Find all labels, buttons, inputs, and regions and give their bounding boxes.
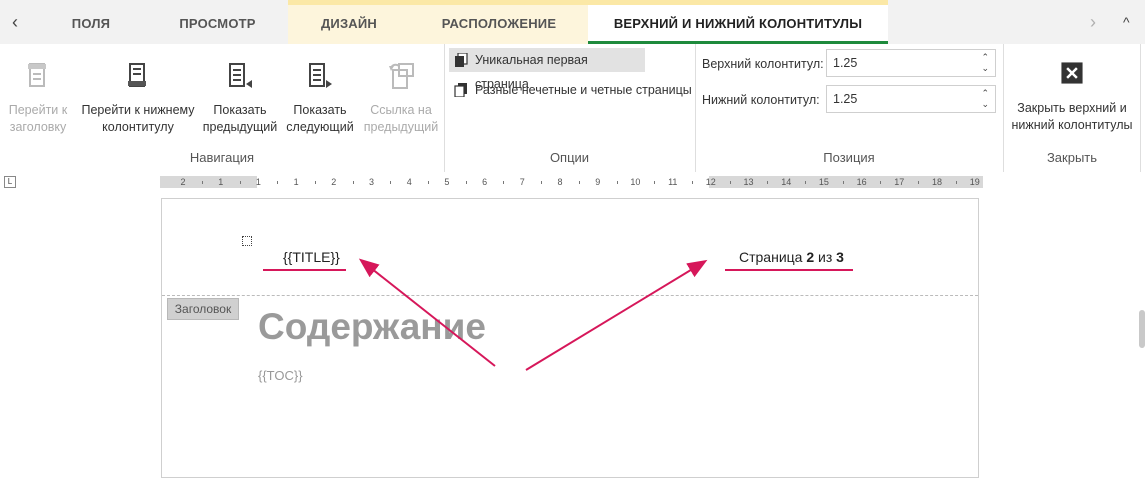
annotation-overlay	[263, 258, 853, 371]
arrow-to-title	[358, 258, 496, 367]
arrow-to-page-number	[525, 259, 708, 371]
